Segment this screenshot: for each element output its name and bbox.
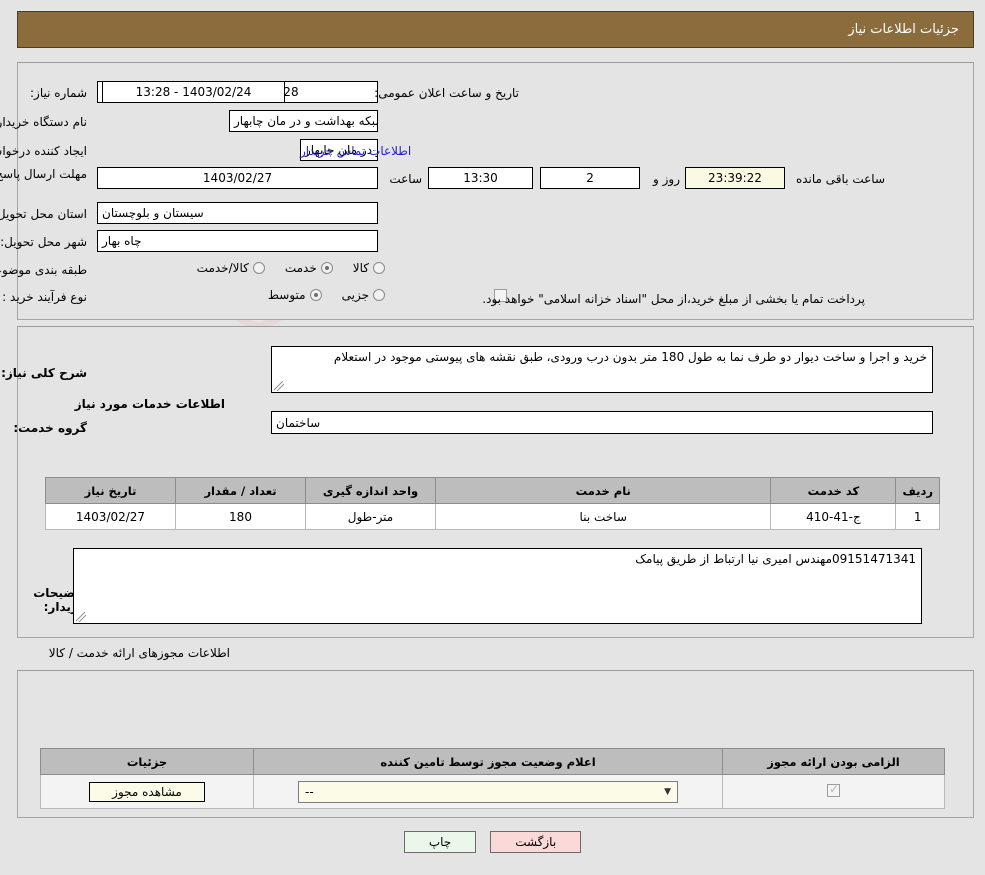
- col-service-code: کد خدمت: [770, 477, 897, 504]
- col-row-number: ردیف: [895, 477, 940, 504]
- page-title: جزئیات اطلاعات نیاز: [848, 22, 959, 37]
- announce-date-label: تاریخ و ساعت اعلان عمومی:: [374, 86, 519, 100]
- response-deadline-label: مهلت ارسال پاسخ: تا تاریخ:: [0, 167, 87, 181]
- permit-required-checkbox: [827, 782, 840, 797]
- page-root: AriaTender.net جزئیات اطلاعات نیاز شماره…: [0, 0, 985, 875]
- buyer-org-label: نام دستگاه خریدار:: [0, 115, 87, 129]
- delivery-city-label: شهر محل تحویل:: [0, 235, 87, 249]
- radio-category-label-0: کالا: [352, 261, 369, 275]
- footer-button-bar: بازگشت چاپ: [0, 831, 985, 853]
- table-row: 1 ج-41-410 ساخت بنا متر-طول 180 1403/02/…: [45, 503, 940, 530]
- service-group-label: گروه خدمت:: [13, 421, 87, 435]
- time-remaining-label: ساعت باقی مانده: [795, 172, 885, 186]
- cell-need-date: 1403/02/27: [45, 503, 176, 530]
- services-table-header-row: ردیف کد خدمت نام خدمت واحد اندازه گیری ت…: [45, 477, 940, 504]
- cell-service-code: ج-41-410: [770, 503, 897, 530]
- view-permit-button[interactable]: مشاهده مجوز: [89, 781, 205, 802]
- buyer-contact-link[interactable]: اطلاعات تماس خریدار: [300, 144, 411, 158]
- radio-category-label-1: خدمت: [284, 261, 317, 275]
- need-number-label: شماره نیاز:: [30, 86, 87, 100]
- announce-date-field[interactable]: 1403/02/24 - 13:28: [102, 81, 285, 103]
- radio-category-1[interactable]: خدمت: [285, 261, 333, 275]
- col-need-date: تاریخ نیاز: [45, 477, 176, 504]
- request-creator-label: ایجاد کننده درخواست:: [0, 144, 87, 158]
- deadline-hour-label: ساعت: [389, 172, 422, 186]
- radio-category-0[interactable]: کالا: [353, 261, 385, 275]
- cell-permit-details: مشاهده مجوز: [40, 774, 254, 809]
- resize-grip-icon[interactable]: [274, 381, 284, 391]
- buyer-notes-textarea[interactable]: 09151471341مهندس امیری نیا ارتباط از طری…: [73, 548, 922, 624]
- delivery-province-field[interactable]: سیستان و بلوچستان: [97, 202, 378, 224]
- radio-process-label-0: جزیی: [341, 288, 369, 302]
- radio-dot-0[interactable]: [373, 262, 385, 274]
- days-label: روز و: [653, 172, 680, 186]
- permit-status-value: --: [305, 784, 314, 799]
- radio-dot-process-0[interactable]: [373, 289, 385, 301]
- table-row: ▼ -- مشاهده مجوز: [40, 774, 945, 809]
- radio-category-2[interactable]: کالا/خدمت: [197, 261, 265, 275]
- radio-process-0[interactable]: جزیی: [342, 288, 385, 302]
- radio-process-1[interactable]: متوسط: [268, 288, 322, 302]
- delivery-city-field[interactable]: چاه بهار: [97, 230, 378, 252]
- col-service-name: نام خدمت: [434, 477, 772, 504]
- delivery-province-label: استان محل تحویل:: [0, 207, 87, 221]
- services-heading: اطلاعات خدمات مورد نیاز: [74, 397, 225, 411]
- col-quantity: تعداد / مقدار: [175, 477, 306, 504]
- subject-category-label: طبقه بندی موضوعی:: [0, 263, 87, 277]
- cell-service-name: ساخت بنا: [434, 503, 772, 530]
- page-title-bar: جزئیات اطلاعات نیاز: [17, 11, 974, 48]
- back-button[interactable]: بازگشت: [490, 831, 582, 853]
- permits-table: الزامی بودن ارائه مجوز اعلام وضعیت مجوز …: [40, 748, 945, 809]
- print-button[interactable]: چاپ: [403, 831, 477, 853]
- permit-status-select[interactable]: ▼ --: [298, 780, 678, 803]
- radio-dot-process-1[interactable]: [309, 289, 322, 301]
- cell-permit-required: [722, 774, 945, 809]
- resize-grip-icon[interactable]: [76, 612, 86, 622]
- chevron-down-icon: ▼: [664, 786, 671, 797]
- radio-category-label-2: کالا/خدمت: [196, 261, 249, 275]
- services-table: ردیف کد خدمت نام خدمت واحد اندازه گیری ت…: [45, 477, 940, 530]
- purchase-process-radios[interactable]: جزیی متوسط: [254, 288, 385, 302]
- col-unit: واحد اندازه گیری: [305, 477, 436, 504]
- deadline-time-field[interactable]: 13:30: [428, 167, 533, 189]
- buyer-notes-text: 09151471341مهندس امیری نیا ارتباط از طری…: [635, 552, 916, 566]
- col-permit-required: الزامی بودن ارائه مجوز: [722, 748, 945, 775]
- permits-table-header-row: الزامی بودن ارائه مجوز اعلام وضعیت مجوز …: [40, 748, 945, 775]
- col-permit-status: اعلام وضعیت مجوز توسط تامین کننده: [253, 748, 723, 775]
- service-group-field[interactable]: ساختمان: [271, 411, 933, 434]
- permits-heading: اطلاعات مجوزهای ارائه خدمت / کالا: [48, 646, 230, 660]
- deadline-date-field[interactable]: 1403/02/27: [97, 167, 378, 189]
- purchase-process-label: نوع فرآیند خرید :: [2, 290, 87, 304]
- subject-category-radios[interactable]: کالا خدمت کالا/خدمت: [183, 261, 385, 275]
- radio-dot-2[interactable]: [252, 262, 265, 274]
- radio-dot-1[interactable]: [320, 262, 333, 274]
- need-description-text: خرید و اجرا و ساخت دیوار دو طرف نما به ط…: [333, 350, 927, 364]
- buyer-org-field[interactable]: شبکه بهداشت و در مان چابهار: [229, 110, 378, 132]
- need-description-textarea[interactable]: خرید و اجرا و ساخت دیوار دو طرف نما به ط…: [271, 346, 933, 393]
- time-remaining-field: 23:39:22: [685, 167, 785, 189]
- days-remaining-field[interactable]: 2: [540, 167, 640, 189]
- treasury-note: پرداخت تمام یا بخشی از مبلغ خرید،از محل …: [482, 292, 865, 306]
- col-permit-details: جزئیات: [40, 748, 254, 775]
- cell-row-number: 1: [895, 503, 940, 530]
- radio-process-label-1: متوسط: [267, 288, 306, 302]
- cell-permit-status: ▼ --: [253, 774, 723, 809]
- cell-quantity: 180: [175, 503, 306, 530]
- cell-unit: متر-طول: [305, 503, 436, 530]
- need-description-label: شرح کلی نیاز:: [1, 366, 87, 380]
